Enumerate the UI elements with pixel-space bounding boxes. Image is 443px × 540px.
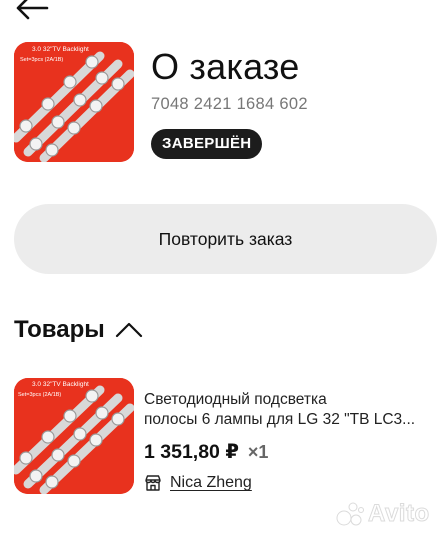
avito-logo-icon [336, 502, 364, 526]
price-row: 1 351,80 ₽ ×1 [144, 440, 268, 464]
shop-icon [145, 475, 161, 491]
arrow-left-icon [16, 0, 49, 20]
product-quantity: ×1 [247, 442, 269, 462]
order-number: 7048 2421 1684 602 [151, 95, 308, 113]
back-button[interactable] [14, 0, 54, 24]
product-name-line1: Светодиодный подсветка [144, 391, 327, 408]
svg-text:3.0 32"TV Backlight: 3.0 32"TV Backlight [32, 46, 89, 53]
chevron-up-icon[interactable] [115, 318, 145, 342]
order-thumbnail: 3.0 32"TV Backlight Set=3pcs (2A/1B) [14, 42, 134, 162]
product-name-line2: полосы 6 лампы для LG 32 "ТВ LC3... [144, 411, 416, 428]
repeat-order-button[interactable]: Повторить заказ [14, 204, 437, 274]
seller-name: Nica Zheng [170, 474, 252, 491]
svg-text:Set=3pcs (2A/1B): Set=3pcs (2A/1B) [18, 392, 61, 398]
products-section-header[interactable]: Товары [14, 316, 145, 344]
svg-text:Set=3pcs (2A/1B): Set=3pcs (2A/1B) [20, 57, 63, 63]
product-thumbnail[interactable]: 3.0 32"TV Backlight Set=3pcs (2A/1B) [14, 378, 134, 494]
product-price: 1 351,80 ₽ [144, 441, 239, 463]
section-title: Товары [14, 316, 105, 343]
page-title: О заказе [151, 46, 300, 87]
avito-watermark: Avito [336, 500, 430, 528]
product-name[interactable]: Светодиодный подсветка полосы 6 лампы дл… [144, 390, 440, 430]
svg-text:3.0 32"TV Backlight: 3.0 32"TV Backlight [32, 381, 89, 388]
status-badge: ЗАВЕРШЁН [151, 129, 263, 159]
watermark-text: Avito [368, 500, 430, 528]
seller-link[interactable]: Nica Zheng [144, 474, 252, 492]
